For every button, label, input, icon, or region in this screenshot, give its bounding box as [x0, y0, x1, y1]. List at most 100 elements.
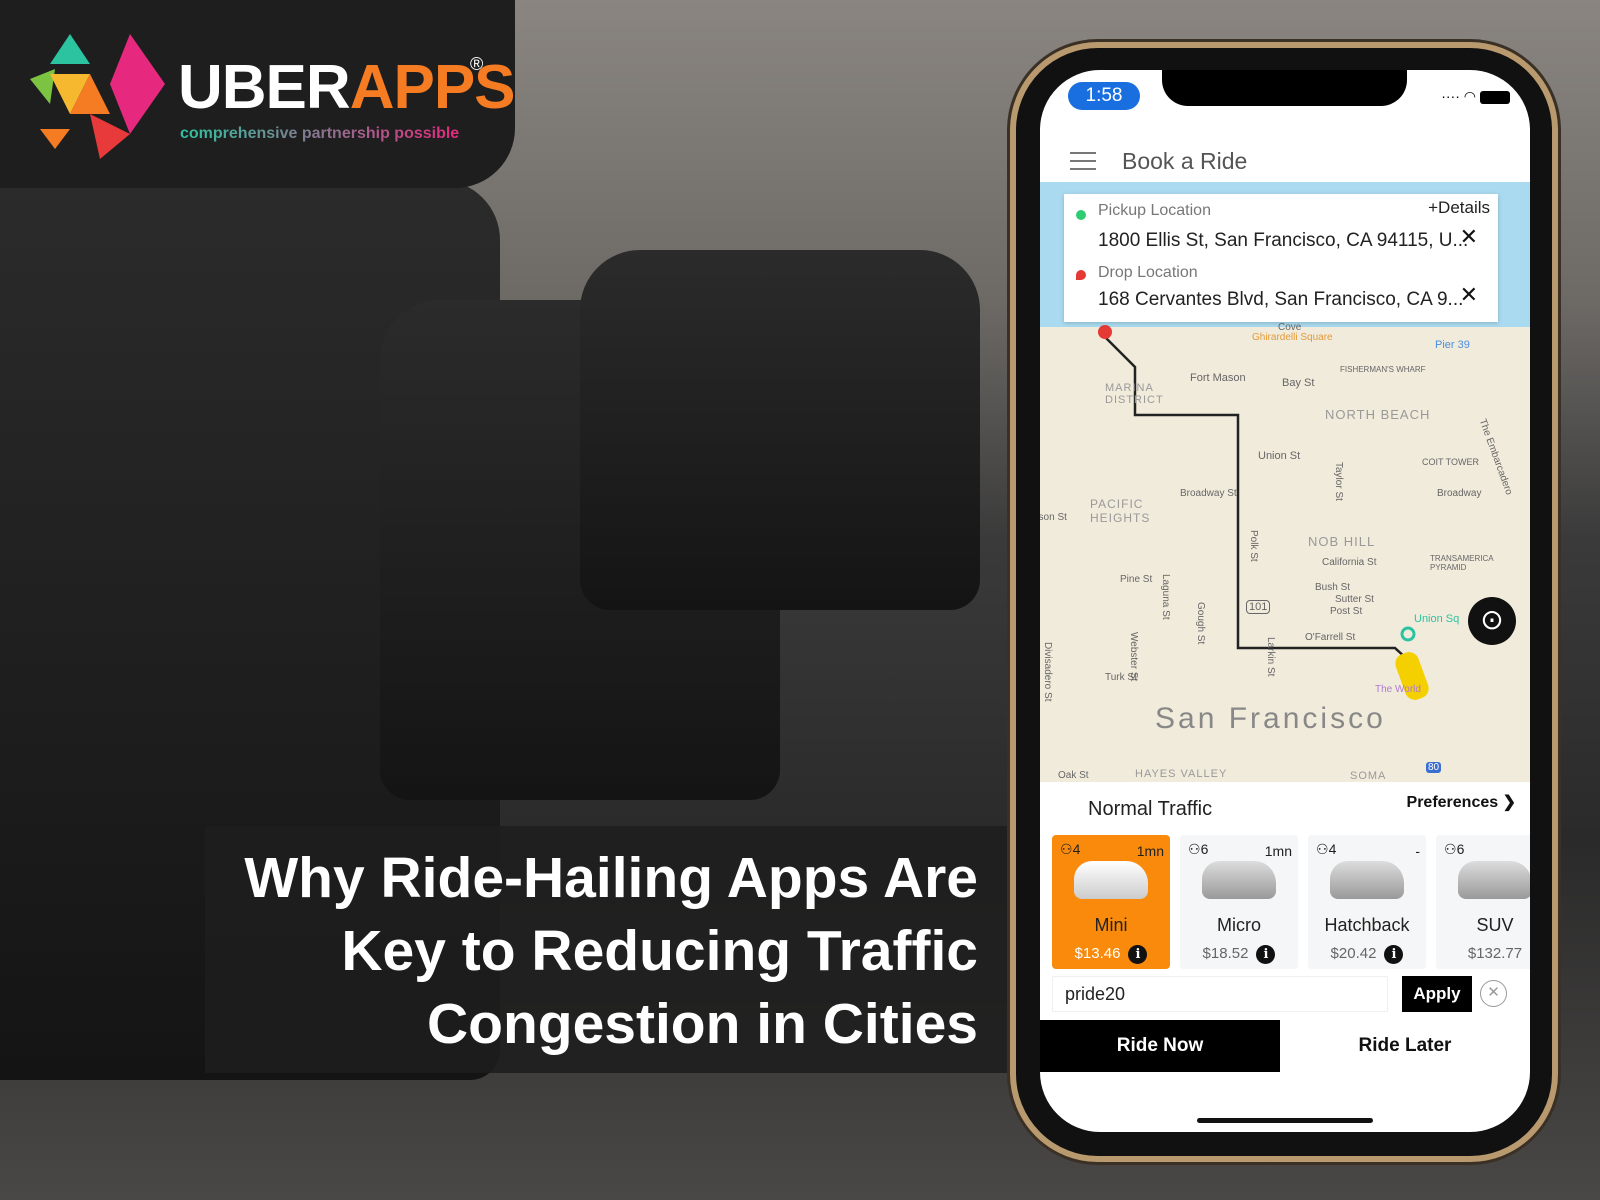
map-label: The World	[1375, 684, 1421, 695]
capacity: ⚇4	[1060, 841, 1081, 857]
home-indicator[interactable]	[1197, 1118, 1373, 1123]
pickup-label: Pickup Location	[1098, 202, 1211, 219]
drop-label: Drop Location	[1098, 264, 1198, 281]
background-car	[580, 250, 980, 610]
map-label: Divisadero St	[1042, 642, 1053, 702]
logo-wordmark: UBERAPPS	[178, 53, 516, 122]
drop-pin-icon	[1076, 270, 1086, 280]
map-label: Ghirardelli Square	[1252, 332, 1333, 343]
chevron-right-icon: ❯	[1502, 794, 1516, 811]
preferences-button[interactable]: Preferences ❯	[1407, 792, 1516, 812]
headline: Why Ride-Hailing Apps Are Key to Reducin…	[218, 842, 978, 1061]
person-icon: ⚇	[1188, 841, 1201, 857]
vehicle-price: $20.42 i	[1308, 945, 1426, 964]
headline-line: Key to Reducing Traffic	[341, 919, 978, 983]
map-label: Taylor St	[1333, 462, 1344, 501]
phone-screen: 1:58 ···· ◠ Book a Ride Fort Mason MARIN…	[1040, 70, 1530, 1132]
hamburger-icon[interactable]	[1070, 152, 1096, 170]
map-label: 101	[1246, 600, 1271, 614]
apply-button[interactable]: Apply	[1402, 976, 1472, 1012]
capacity: ⚇6	[1188, 841, 1209, 857]
wifi-icon: ◠	[1463, 88, 1476, 104]
info-icon[interactable]: i	[1256, 945, 1276, 964]
vehicle-card-suv[interactable]: ⚇6 SUV $132.77	[1436, 835, 1530, 969]
capacity: ⚇6	[1444, 841, 1465, 857]
logo: UBERAPPS ® comprehensive partnership pos…	[0, 0, 516, 188]
locate-me-icon[interactable]: ⊙	[1468, 597, 1516, 645]
pickup-pin-icon	[1400, 626, 1416, 642]
map-label: Cove	[1278, 322, 1302, 333]
clear-pickup-icon[interactable]: ✕	[1460, 224, 1478, 250]
map-label: Pier 39	[1435, 339, 1470, 351]
map-label: Bay St	[1282, 377, 1315, 389]
map-label: Post St	[1330, 606, 1363, 617]
eta: 1mn	[1264, 843, 1292, 859]
traffic-status: Normal Traffic	[1088, 798, 1213, 820]
car-image	[1330, 861, 1404, 899]
capacity: ⚇4	[1316, 841, 1337, 857]
ride-later-button[interactable]: Ride Later	[1280, 1020, 1530, 1072]
signal-icon: ····	[1441, 88, 1460, 104]
map-label: Union Sq	[1414, 613, 1460, 625]
status-time: 1:58	[1068, 82, 1140, 110]
page-title: Book a Ride	[1122, 148, 1248, 174]
map-label: NORTH BEACH	[1325, 407, 1431, 422]
location-card: +Details Pickup Location 1800 Ellis St, …	[1064, 194, 1498, 322]
map-label: HAYES VALLEY	[1135, 768, 1228, 780]
vehicle-name: Micro	[1217, 915, 1261, 935]
map-label: Larkin St	[1265, 637, 1276, 677]
vehicle-price: $13.46 i	[1052, 945, 1170, 964]
map-label: Oak St	[1058, 770, 1089, 781]
map-label: Laguna St	[1160, 574, 1171, 620]
map-label: Fort Mason	[1190, 372, 1246, 384]
map-label: 80	[1426, 762, 1442, 773]
person-icon: ⚇	[1060, 841, 1073, 857]
vehicle-name: Hatchback	[1324, 915, 1410, 935]
map-label: Gough St	[1195, 602, 1206, 645]
map-label: SOMA	[1350, 770, 1387, 782]
battery-icon	[1480, 90, 1510, 104]
app-bar: Book a Ride	[1040, 130, 1530, 190]
map-label: NOB HILL	[1308, 534, 1376, 549]
status-icons: ···· ◠	[1441, 88, 1510, 105]
promo-code-input[interactable]	[1052, 976, 1388, 1012]
logo-mark-icon	[30, 34, 165, 159]
headline-line: Why Ride-Hailing Apps Are	[244, 846, 978, 910]
eta: -	[1415, 843, 1420, 859]
map-label: California St	[1322, 557, 1377, 568]
info-icon[interactable]: i	[1384, 945, 1404, 964]
clear-drop-icon[interactable]: ✕	[1460, 282, 1478, 308]
vehicle-name: SUV	[1476, 915, 1514, 935]
map-label: O'Farrell St	[1305, 632, 1356, 643]
logo-tagline: comprehensive partnership possible	[180, 125, 460, 142]
registered-mark: ®	[470, 54, 484, 74]
map-label: Broadway St	[1180, 488, 1237, 499]
vehicle-card-mini[interactable]: ⚇4 1mn Mini $13.46 i	[1052, 835, 1170, 969]
vehicle-card-hatchback[interactable]: ⚇4 - Hatchback $20.42 i	[1308, 835, 1426, 969]
vehicle-card-micro[interactable]: ⚇6 1mn Micro $18.52 i	[1180, 835, 1298, 969]
map-label: Union St	[1258, 450, 1301, 462]
map-label: PACIFIC HEIGHTS	[1090, 497, 1151, 525]
vehicle-name: Mini	[1094, 915, 1128, 935]
info-icon[interactable]: i	[1128, 945, 1148, 964]
drop-field[interactable]: 168 Cervantes Blvd, San Francisco, CA 9.…	[1098, 289, 1463, 311]
map[interactable]: Fort Mason MARINA DISTRICT Ghirardelli S…	[1040, 182, 1530, 782]
vehicle-price: $18.52 i	[1180, 945, 1298, 964]
map-label: Pine St	[1120, 574, 1153, 585]
map-label: TRANSAMERICA PYRAMID	[1430, 554, 1494, 572]
vehicle-price: $132.77	[1467, 945, 1523, 962]
vehicle-list: ⚇4 1mn Mini $13.46 i ⚇6 1mn Micro $18.52 i…	[1052, 835, 1530, 970]
pickup-dot-icon	[1076, 210, 1086, 220]
map-label: COIT TOWER	[1422, 457, 1480, 467]
pickup-field[interactable]: 1800 Ellis St, San Francisco, CA 94115, …	[1098, 230, 1468, 252]
map-label: MARINA DISTRICT	[1105, 382, 1164, 406]
details-link[interactable]: +Details	[1428, 198, 1490, 218]
headline-line: Congestion in Cities	[426, 992, 978, 1056]
clear-promo-icon[interactable]: ✕	[1480, 980, 1507, 1007]
person-icon: ⚇	[1444, 841, 1457, 857]
ride-now-button[interactable]: Ride Now	[1040, 1020, 1280, 1072]
map-label: Polk St	[1248, 530, 1259, 562]
person-icon: ⚇	[1316, 841, 1329, 857]
car-image	[1202, 861, 1276, 899]
phone-notch	[1162, 70, 1407, 106]
